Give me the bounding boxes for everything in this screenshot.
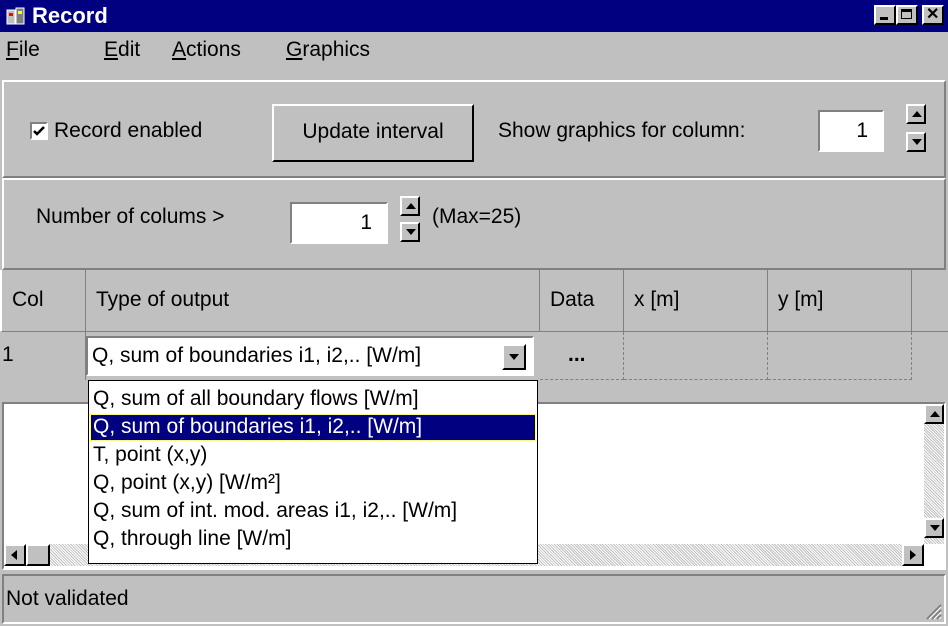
dropdown-option[interactable]: T, point (x,y) [91, 443, 535, 468]
window-title: Record [32, 3, 108, 28]
scroll-thumb[interactable] [26, 544, 50, 566]
record-window: Record ✕ File Edit Actions Graphics Reco… [0, 0, 948, 626]
dropdown-option[interactable]: Q, point (x,y) [W/m²] [91, 471, 535, 496]
show-graphics-column-value: 1 [856, 119, 868, 142]
menu-edit[interactable]: Edit [104, 37, 140, 63]
arrow-up-icon [930, 411, 940, 417]
maximize-button[interactable] [896, 5, 918, 25]
columns-spin-up[interactable] [400, 196, 420, 216]
status-bar: Not validated [2, 574, 946, 624]
header-y-label: y [m] [778, 288, 824, 311]
data-ellipsis-button[interactable]: ... [568, 342, 586, 368]
scroll-up-button[interactable] [924, 404, 944, 424]
number-of-columns-label: Number of colums > [36, 205, 225, 228]
max-columns-text: (Max=25) [432, 205, 522, 228]
arrow-up-icon [912, 111, 922, 117]
dropdown-option-selected[interactable]: Q, sum of boundaries i1, i2,.. [W/m] [90, 414, 536, 441]
row-col-cell[interactable]: 1 [0, 332, 86, 380]
show-graphics-spin-up[interactable] [906, 104, 926, 124]
row-y-cell[interactable] [768, 332, 912, 380]
arrow-down-icon [912, 139, 922, 145]
number-of-columns-value: 1 [360, 211, 372, 234]
menu-graphics-accel: G [286, 38, 303, 61]
scroll-down-button[interactable] [924, 518, 944, 538]
arrow-down-icon [406, 229, 416, 235]
app-icon [6, 7, 25, 25]
show-graphics-spin-down[interactable] [906, 132, 926, 152]
status-text: Not validated [6, 587, 129, 610]
row-type-cell[interactable]: Q, sum of boundaries i1, i2,.. [W/m] [86, 332, 540, 380]
number-of-columns-input[interactable]: 1 [290, 202, 388, 244]
scroll-right-button[interactable] [902, 544, 924, 566]
menu-edit-accel: E [104, 38, 119, 61]
vertical-scrollbar[interactable] [924, 404, 944, 544]
chevron-down-icon [509, 354, 519, 360]
arrow-up-icon [406, 203, 416, 209]
header-x[interactable]: x [m] [624, 270, 768, 332]
dropdown-option[interactable]: Q, sum of int. mod. areas i1, i2,.. [W/m… [91, 499, 535, 524]
dropdown-option[interactable]: Q, sum of all boundary flows [W/m] [91, 387, 535, 412]
header-col[interactable]: Col [0, 270, 86, 332]
row-data-cell[interactable]: ... [540, 332, 624, 380]
arrow-right-icon [910, 550, 916, 560]
menu-file-accel: F [6, 38, 19, 61]
columns-spin-down[interactable] [400, 222, 420, 242]
row-x-cell[interactable] [624, 332, 768, 380]
minimize-button[interactable] [874, 5, 896, 25]
arrow-left-icon [11, 550, 17, 560]
menu-graphics-label: raphics [302, 38, 371, 61]
update-interval-button[interactable]: Update interval [272, 104, 474, 162]
header-type-label: Type of output [96, 288, 230, 311]
menu-actions-accel: A [172, 38, 187, 61]
close-icon: ✕ [926, 6, 940, 23]
show-graphics-label: Show graphics for column: [498, 119, 746, 142]
checkmark-icon [33, 126, 45, 136]
maximize-icon [901, 9, 912, 19]
show-graphics-column-input[interactable]: 1 [818, 110, 884, 152]
minimize-icon [880, 17, 888, 20]
header-type-of-output[interactable]: Type of output [86, 270, 540, 332]
dropdown-button[interactable] [502, 344, 526, 370]
columns-panel: Number of colums > 1 (Max=25) [2, 178, 946, 270]
header-data-label: Data [550, 288, 595, 311]
header-filler [912, 270, 948, 332]
type-of-output-dropdown-list[interactable]: Q, sum of all boundary flows [W/m] Q, su… [88, 380, 538, 564]
menu-actions-label: ctions [186, 38, 241, 61]
menu-file[interactable]: File [6, 37, 40, 63]
type-of-output-select[interactable]: Q, sum of boundaries i1, i2,.. [W/m] [86, 336, 534, 376]
dropdown-option[interactable]: Q, through line [W/m] [91, 527, 535, 552]
record-enabled-checkbox[interactable] [30, 122, 48, 140]
title-bar[interactable]: Record ✕ [0, 0, 948, 32]
toolbar-panel: Record enabled Update interval Show grap… [2, 80, 946, 178]
menu-graphics[interactable]: Graphics [286, 37, 370, 63]
type-of-output-value: Q, sum of boundaries i1, i2,.. [W/m] [92, 344, 422, 367]
menu-edit-label: dit [118, 38, 141, 61]
header-data[interactable]: Data [540, 270, 624, 332]
resize-grip-icon[interactable] [924, 602, 942, 620]
header-x-label: x [m] [634, 288, 680, 311]
scroll-left-button[interactable] [4, 544, 26, 566]
header-y[interactable]: y [m] [768, 270, 912, 332]
close-button[interactable]: ✕ [922, 5, 944, 25]
header-col-label: Col [12, 288, 44, 311]
menu-actions[interactable]: Actions [172, 37, 241, 63]
menu-file-label: ile [18, 38, 40, 61]
record-enabled-label: Record enabled [54, 119, 203, 142]
row-col-value: 1 [2, 343, 14, 366]
menu-bar: File Edit Actions Graphics [0, 32, 948, 68]
arrow-down-icon [930, 525, 940, 531]
